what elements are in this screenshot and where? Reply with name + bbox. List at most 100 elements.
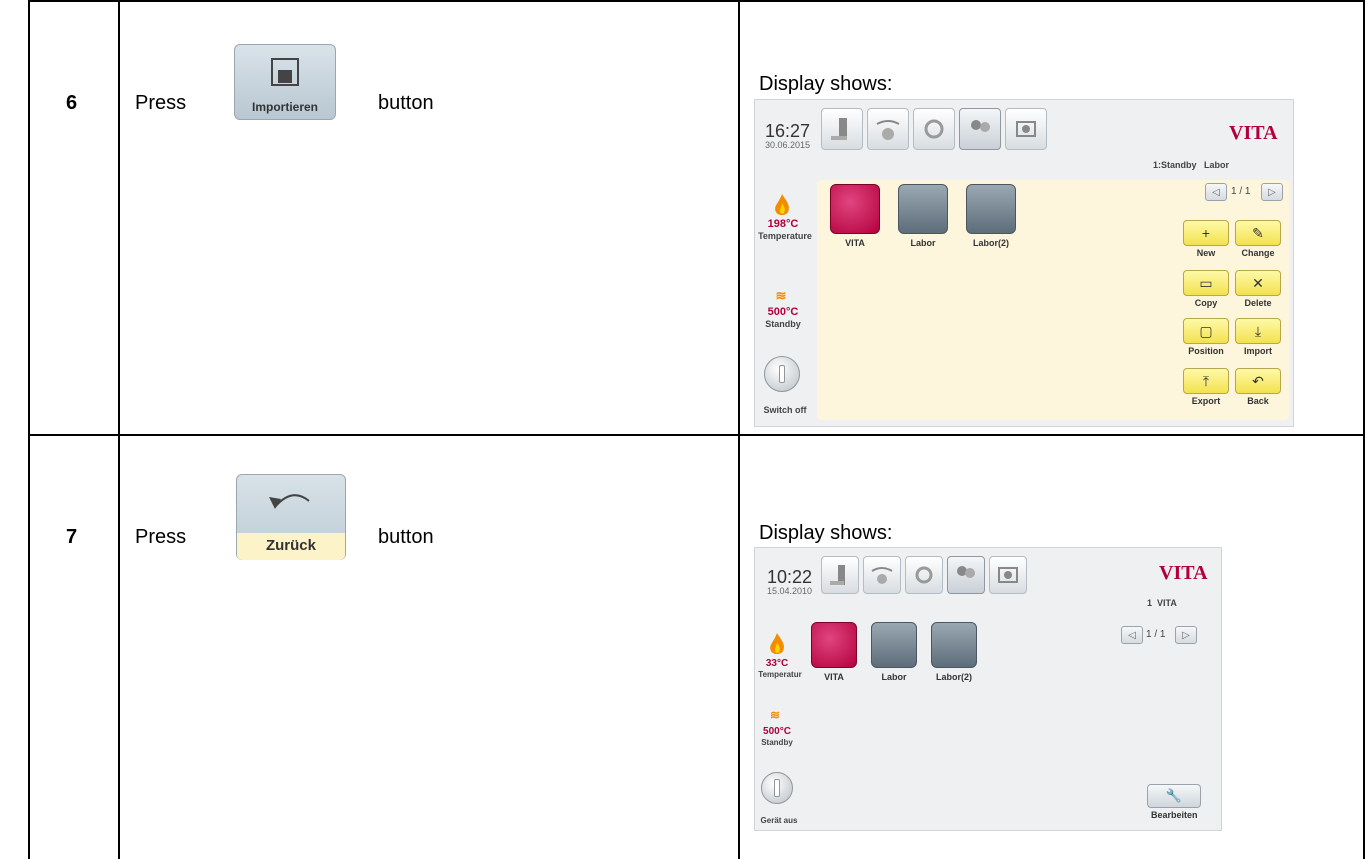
date: 30.06.2015 bbox=[765, 140, 811, 150]
delete-button[interactable]: ✕ bbox=[1235, 270, 1281, 296]
step-number: 7 bbox=[66, 526, 78, 548]
furnace-tab[interactable] bbox=[821, 556, 859, 594]
table-border-left bbox=[118, 0, 120, 859]
users-tab[interactable] bbox=[947, 556, 985, 594]
users-tab-icon bbox=[957, 566, 975, 578]
device-screen: 16:27 30.06.2015 VITA 1:Standby Labor 19… bbox=[754, 99, 1294, 427]
page-indicator: 1 / 1 bbox=[1231, 186, 1251, 197]
back-arrow-icon bbox=[269, 494, 310, 509]
date: 15.04.2010 bbox=[767, 586, 813, 596]
export-button[interactable]: ⤒ bbox=[1183, 368, 1229, 394]
next-page-button[interactable]: ▷ bbox=[1261, 183, 1283, 201]
firing-tab[interactable] bbox=[867, 108, 909, 150]
brand-logo: VITA bbox=[1159, 562, 1208, 584]
time: 16:27 bbox=[765, 121, 811, 141]
change-button[interactable]: ✎ bbox=[1235, 220, 1281, 246]
program-label: Labor bbox=[881, 672, 907, 682]
action-label: Export bbox=[1191, 396, 1221, 406]
power-switch[interactable] bbox=[761, 772, 793, 804]
program-label: Labor(2) bbox=[973, 238, 1009, 248]
table-border-middle bbox=[738, 0, 740, 859]
action-label: Position bbox=[1188, 346, 1224, 356]
button-word: button bbox=[378, 526, 434, 548]
program-labor2[interactable] bbox=[966, 184, 1016, 234]
copy-button[interactable]: ▭ bbox=[1183, 270, 1229, 296]
display-caption: Display shows: bbox=[759, 73, 893, 95]
user-text: VITA bbox=[1157, 598, 1177, 608]
prev-page-button[interactable]: ◁ bbox=[1205, 183, 1227, 201]
power-switch[interactable] bbox=[764, 356, 800, 392]
settings-tab[interactable] bbox=[913, 108, 955, 150]
standby-label: Standby bbox=[765, 319, 801, 329]
table-row-divider bbox=[28, 434, 1365, 436]
clock: 10:22 15.04.2010 bbox=[767, 568, 812, 596]
action-label: New bbox=[1196, 248, 1216, 258]
action-label: Copy bbox=[1194, 298, 1218, 308]
power-icon bbox=[779, 365, 785, 383]
table-border-right bbox=[1363, 0, 1365, 859]
button-word: button bbox=[378, 92, 434, 114]
temperature-label: Temperature bbox=[758, 231, 812, 241]
furnace-tab-icon bbox=[831, 118, 847, 140]
furnace-tab[interactable] bbox=[821, 108, 863, 150]
brand-logo: VITA bbox=[1229, 122, 1278, 144]
import-button-label: Importieren bbox=[251, 100, 318, 114]
import-button-image: Importieren bbox=[234, 44, 336, 120]
program-vita[interactable] bbox=[811, 622, 857, 668]
next-page-button[interactable]: ▷ bbox=[1175, 626, 1197, 644]
position-button[interactable]: ▢ bbox=[1183, 318, 1229, 344]
camera-tab[interactable] bbox=[989, 556, 1027, 594]
program-label: Labor(2) bbox=[936, 672, 972, 682]
step-number: 6 bbox=[66, 92, 78, 114]
status-line: 1:Standby Labor bbox=[1153, 160, 1229, 170]
page-indicator: 1 / 1 bbox=[1146, 629, 1166, 640]
status-text: 1 bbox=[1147, 598, 1153, 608]
camera-tab-icon bbox=[998, 567, 1018, 583]
action-label: Import bbox=[1244, 346, 1272, 356]
program-vita[interactable] bbox=[830, 184, 880, 234]
camera-tab[interactable] bbox=[1005, 108, 1047, 150]
user-text: Labor bbox=[1204, 160, 1230, 170]
furnace-tab-icon bbox=[830, 565, 845, 585]
action-label: Delete bbox=[1244, 298, 1272, 308]
flame-icon bbox=[772, 193, 792, 217]
program-labor[interactable] bbox=[898, 184, 948, 234]
standby-value: 500°C bbox=[767, 306, 799, 318]
program-label: VITA bbox=[824, 672, 844, 682]
settings-tab-icon bbox=[924, 119, 944, 139]
flame-icon bbox=[767, 632, 787, 656]
heat-icon: ≋ bbox=[769, 708, 781, 722]
press-text: Press bbox=[135, 526, 187, 548]
program-labor2[interactable] bbox=[931, 622, 977, 668]
temperature-label: Temperatur bbox=[758, 670, 802, 679]
settings-tab[interactable] bbox=[905, 556, 943, 594]
back-button-label: Zurück bbox=[237, 533, 345, 560]
new-button[interactable]: + bbox=[1183, 220, 1229, 246]
program-labor[interactable] bbox=[871, 622, 917, 668]
device-screen: 10:22 15.04.2010 VITA 1 VITA 33°C Temper… bbox=[754, 547, 1222, 831]
back-button[interactable]: ↶ bbox=[1235, 368, 1281, 394]
table-border-outer-left bbox=[28, 0, 30, 436]
display-caption: Display shows: bbox=[759, 522, 893, 544]
press-text: Press bbox=[135, 92, 187, 114]
status-line: 1 VITA bbox=[1147, 598, 1177, 608]
prev-page-button[interactable]: ◁ bbox=[1121, 626, 1143, 644]
program-label: Labor bbox=[910, 238, 936, 248]
save-icon bbox=[271, 58, 299, 86]
users-tab[interactable] bbox=[959, 108, 1001, 150]
firing-tab-icon bbox=[871, 567, 893, 584]
edit-button[interactable]: 🔧 bbox=[1147, 784, 1201, 808]
import-button[interactable]: ⤓ bbox=[1235, 318, 1281, 344]
firing-tab[interactable] bbox=[863, 556, 901, 594]
wrench-icon: 🔧 bbox=[1165, 788, 1183, 803]
time: 10:22 bbox=[767, 567, 813, 587]
temperature-value: 33°C bbox=[765, 658, 789, 669]
table-border-outer-left-2 bbox=[28, 436, 30, 859]
power-icon bbox=[774, 779, 780, 797]
settings-tab-icon bbox=[915, 566, 933, 584]
users-tab-icon bbox=[971, 120, 990, 132]
firing-tab-icon bbox=[876, 120, 900, 140]
clock: 16:27 30.06.2015 bbox=[765, 122, 810, 150]
standby-value: 500°C bbox=[763, 726, 791, 737]
switch-label: Gerät aus bbox=[760, 816, 798, 825]
